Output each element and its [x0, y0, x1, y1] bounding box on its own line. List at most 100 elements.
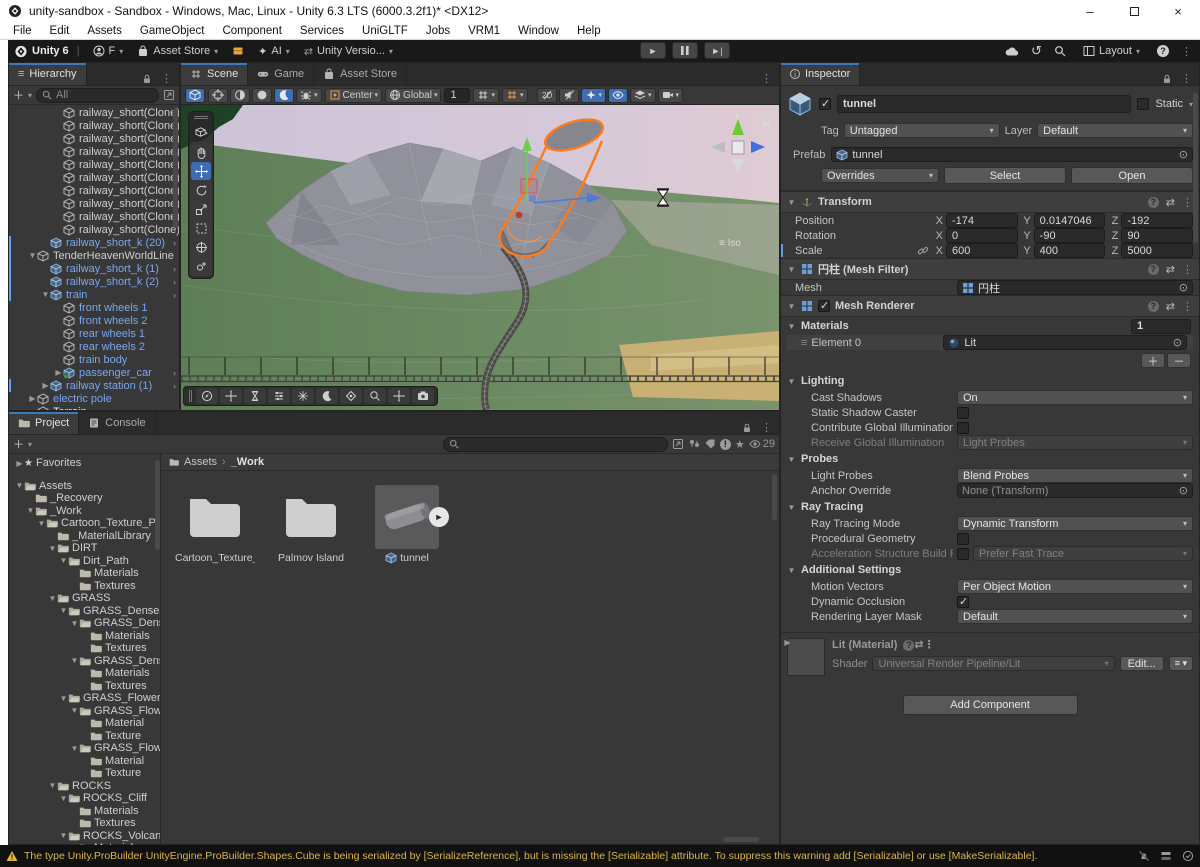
- scene-picker-icon[interactable]: [163, 89, 175, 101]
- view-gizmo-button[interactable]: [191, 123, 211, 141]
- material-foldout-arrow[interactable]: ▶: [783, 638, 792, 647]
- gizmo-mode-label[interactable]: ≡ Iso: [719, 238, 741, 249]
- position-z-field[interactable]: -192: [1121, 213, 1193, 228]
- hierarchy-item[interactable]: front wheels 2: [9, 314, 179, 327]
- hierarchy-item[interactable]: ▶electric pole: [9, 392, 179, 405]
- step-button[interactable]: ►|: [704, 42, 730, 59]
- 2d-toggle-icon[interactable]: 2D: [537, 88, 557, 103]
- moon-icon[interactable]: [274, 88, 294, 103]
- grid-size-field[interactable]: 1: [444, 88, 470, 103]
- layer-dropdown[interactable]: Default▾: [1037, 123, 1193, 138]
- property-checkbox[interactable]: [957, 596, 969, 608]
- move-overlay-icon[interactable]: [220, 388, 242, 404]
- open-prefab-chevron[interactable]: ›: [173, 238, 176, 248]
- open-prefab-chevron[interactable]: ›: [173, 277, 176, 287]
- hierarchy-item[interactable]: ▶railway station (1)›: [9, 379, 179, 392]
- material-preview[interactable]: [787, 638, 825, 676]
- section-lighting[interactable]: ▼Lighting: [781, 372, 1199, 390]
- menu-gameobject[interactable]: GameObject: [131, 22, 214, 40]
- scene-kebab-icon[interactable]: ⋮: [761, 72, 772, 85]
- rotation-z-field[interactable]: 90: [1121, 228, 1193, 243]
- hierarchy-item[interactable]: ▼train›: [9, 288, 179, 301]
- create-add-button[interactable]: ＋: [13, 436, 24, 452]
- layout-dropdown[interactable]: Layout▾: [1078, 42, 1145, 60]
- component-kebab-icon[interactable]: ⋮: [1182, 196, 1193, 209]
- active-checkbox[interactable]: [819, 98, 831, 110]
- background-tasks-icon[interactable]: [1182, 850, 1194, 862]
- tab-inspector[interactable]: i Inspector: [781, 63, 860, 85]
- section-probes[interactable]: ▼Probes: [781, 450, 1199, 468]
- hierarchy-item[interactable]: railway_short(Clone): [9, 184, 179, 197]
- search-by-type-icon[interactable]: [672, 438, 684, 450]
- property-dropdown[interactable]: Light Probes▾: [957, 435, 1193, 450]
- expander-icon[interactable]: ▼: [41, 290, 50, 299]
- shader-dropdown[interactable]: Universal Render Pipeline/Lit▾: [872, 656, 1114, 671]
- moon-overlay-icon[interactable]: [316, 388, 338, 404]
- hierarchy-item[interactable]: railway_short(Clone): [9, 171, 179, 184]
- hierarchy-item[interactable]: Terrain: [9, 405, 179, 410]
- expander-icon[interactable]: ▼: [59, 606, 68, 615]
- help-icon[interactable]: ?: [1148, 264, 1159, 275]
- project-tree-item[interactable]: Material: [9, 717, 160, 730]
- hierarchy-item[interactable]: railway_short(Clone): [9, 197, 179, 210]
- lock-icon[interactable]: [141, 73, 153, 85]
- camera-view-icon[interactable]: ▾: [658, 88, 684, 103]
- pivot-dropdown[interactable]: Center▾: [325, 88, 383, 103]
- open-prefab-chevron[interactable]: ›: [173, 290, 176, 300]
- hierarchy-item[interactable]: front wheels 1: [9, 301, 179, 314]
- hierarchy-search-input[interactable]: All: [36, 88, 159, 103]
- expander-icon[interactable]: ▼: [48, 781, 57, 790]
- expander-icon[interactable]: ▶: [54, 368, 63, 377]
- open-prefab-chevron[interactable]: ›: [173, 368, 176, 378]
- expander-icon[interactable]: ▼: [26, 506, 35, 515]
- project-tree-item[interactable]: Materials: [9, 567, 160, 580]
- project-tree-item[interactable]: ▼ROCKS_Cliff: [9, 792, 160, 805]
- project-tree-scrollbar[interactable]: [155, 460, 160, 550]
- tab-scene[interactable]: Scene: [181, 63, 248, 85]
- sliders-icon[interactable]: [268, 388, 290, 404]
- drag-handle-icon[interactable]: ≡: [801, 337, 807, 349]
- open-prefab-chevron[interactable]: ›: [173, 264, 176, 274]
- project-tree-item[interactable]: Material: [9, 755, 160, 768]
- audio-mute-icon[interactable]: [559, 88, 579, 103]
- mesh-filter-header[interactable]: ▼円柱 (Mesh Filter)?⇄⋮: [781, 258, 1199, 280]
- component-kebab-icon[interactable]: ⋮: [1182, 263, 1193, 276]
- capture-icon[interactable]: [412, 388, 434, 404]
- history-icon[interactable]: ↺: [1031, 43, 1042, 59]
- help-icon[interactable]: ?: [1157, 45, 1169, 57]
- expander-icon[interactable]: ▶: [41, 381, 50, 390]
- ai-dropdown[interactable]: ✦AI▾: [253, 42, 295, 60]
- presets-icon[interactable]: ⇄: [1166, 196, 1175, 209]
- gizmo-cube-icon[interactable]: [185, 88, 205, 103]
- project-search-input[interactable]: [443, 437, 668, 452]
- hierarchy-item[interactable]: railway_short_k (2)›: [9, 275, 179, 288]
- property-dropdown[interactable]: Per Object Motion▾: [957, 579, 1193, 594]
- minimize-button[interactable]: –: [1068, 0, 1112, 22]
- property-dropdown[interactable]: Dynamic Transform▾: [957, 516, 1193, 531]
- tab-project[interactable]: Project: [9, 412, 79, 434]
- tab-hierarchy[interactable]: ≡Hierarchy: [9, 63, 87, 85]
- particles-icon[interactable]: [292, 388, 314, 404]
- hierarchy-item[interactable]: rear wheels 1: [9, 327, 179, 340]
- status-bar[interactable]: The type Unity.ProBuilder UnityEngine.Pr…: [0, 845, 1200, 867]
- search-overlay-icon[interactable]: [364, 388, 386, 404]
- hierarchy-item[interactable]: railway_short(Clone): [9, 210, 179, 223]
- hierarchy-item[interactable]: rear wheels 2: [9, 340, 179, 353]
- add-material-button[interactable]: ＋: [1141, 353, 1165, 368]
- snap-dropdown[interactable]: ▾: [502, 88, 528, 103]
- breadcrumb-assets[interactable]: Assets: [184, 456, 217, 468]
- browser-scrollbar[interactable]: [772, 474, 777, 520]
- project-tree-item[interactable]: _Recovery: [9, 492, 160, 505]
- project-tree-item[interactable]: ▼GRASS_Flower: [9, 742, 160, 755]
- foldout-arrow[interactable]: ▼: [787, 265, 796, 274]
- project-tree-item[interactable]: Materials: [9, 805, 160, 818]
- scene-viewport[interactable]: y z ≡ Iso: [181, 105, 779, 410]
- property-checkbox[interactable]: [957, 548, 969, 560]
- grid-visibility-dropdown[interactable]: ▾: [473, 88, 499, 103]
- project-tree-item[interactable]: Textures: [9, 680, 160, 693]
- custom-tool-icon[interactable]: [191, 257, 211, 275]
- project-tree-item[interactable]: Textures: [9, 642, 160, 655]
- expander-icon[interactable]: ▼: [48, 594, 57, 603]
- project-tree-item[interactable]: ▼Dirt_Path: [9, 555, 160, 568]
- menu-help[interactable]: Help: [568, 22, 610, 40]
